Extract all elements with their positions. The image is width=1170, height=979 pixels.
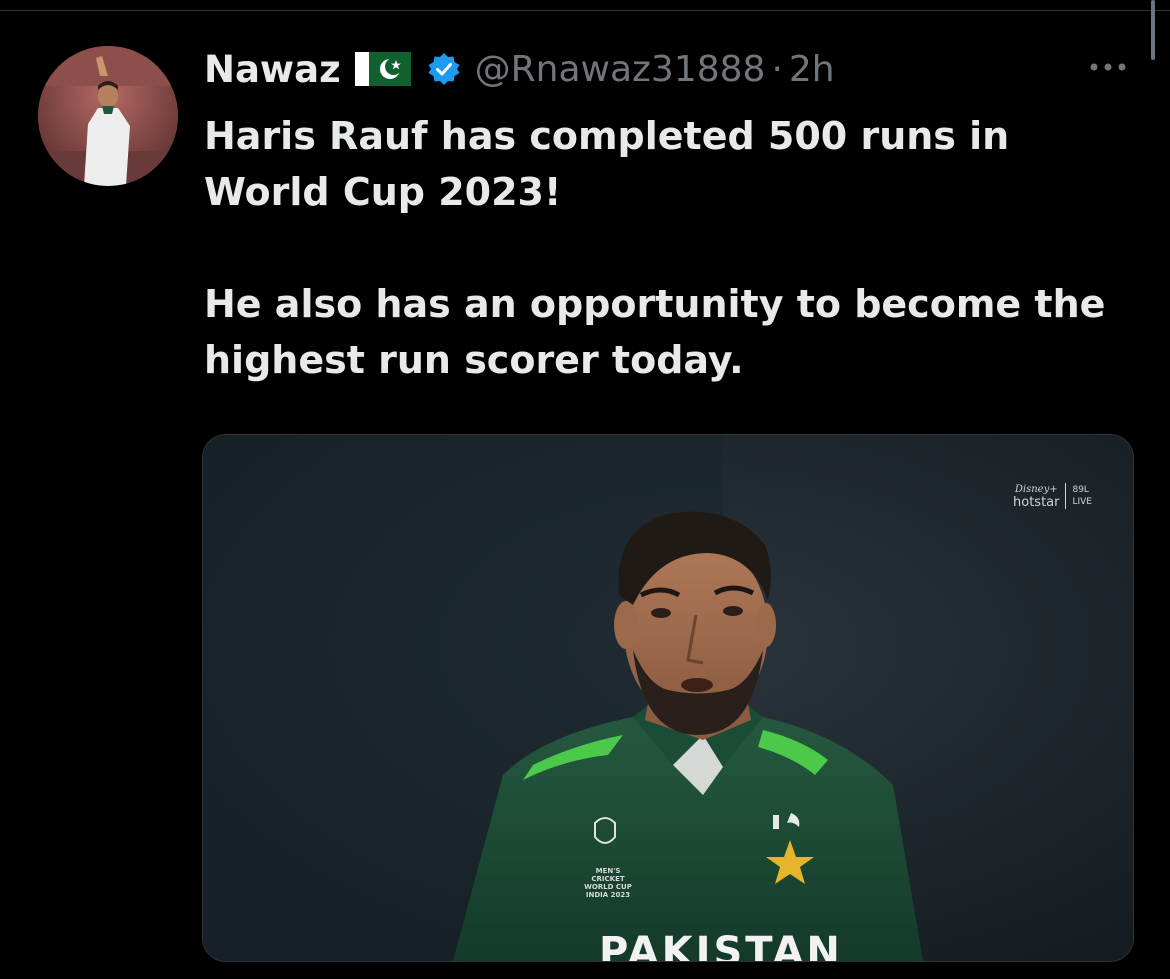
pakistan-flag-icon [354,52,411,86]
broadcaster-watermark: Disney+ hotstar 89L LIVE [1013,483,1092,509]
tweet-header: Nawaz @Rnawaz31888 · 2h [204,46,835,92]
tweet-text: Haris Rauf has completed 500 runs in Wor… [204,108,1124,388]
watermark-live: LIVE [1072,497,1092,507]
tweet-media-image[interactable]: MEN'S CRICKET WORLD CUP INDIA 2023 PAKIS… [202,434,1134,962]
player-photo [203,435,1133,961]
tournament-logo: MEN'S CRICKET WORLD CUP INDIA 2023 [578,867,638,899]
more-options-icon[interactable] [1085,52,1131,82]
jersey-lettering: PAKISTAN [599,929,843,962]
watermark-divider [1065,483,1067,509]
watermark-hotstar: hotstar [1013,495,1060,510]
tournament-logo-line-3: INDIA 2023 [585,891,631,899]
avatar-image [38,46,178,186]
scrollbar-thumb[interactable] [1151,0,1155,60]
avatar[interactable] [38,46,178,186]
separator-dot: · [771,48,783,90]
author-display-name[interactable]: Nawaz [204,48,341,91]
tweet-paragraph-2: He also has an opportunity to become the… [204,282,1106,382]
tournament-logo-line-1: MEN'S [595,867,621,875]
watermark-viewers: 89L [1072,485,1089,495]
tweet-paragraph-1: Haris Rauf has completed 500 runs in Wor… [204,114,1010,214]
verified-badge-icon[interactable] [427,52,461,86]
tweet-timestamp[interactable]: 2h [789,49,835,90]
timeline-divider [0,0,1170,11]
author-handle[interactable]: @Rnawaz31888 [475,49,766,90]
tournament-logo-line-2: CRICKET WORLD CUP [584,875,632,891]
